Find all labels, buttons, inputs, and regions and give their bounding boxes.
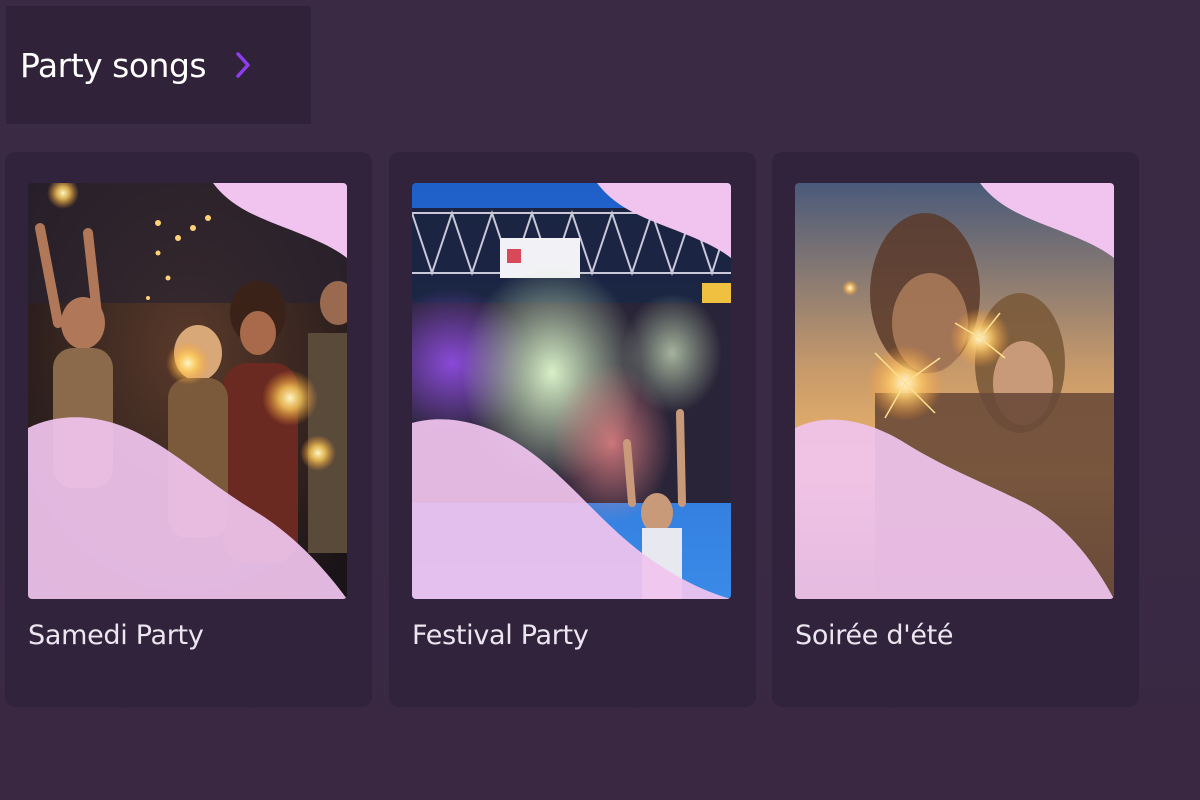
playlist-title[interactable]: Festival Party: [412, 620, 589, 651]
playlist-card[interactable]: Festival Party: [389, 152, 756, 707]
playlist-cover-image: [412, 183, 731, 599]
playlist-row: Samedi Party Festival Party Soirée d'été: [0, 0, 1200, 800]
playlist-cover-image: [795, 183, 1114, 599]
playlist-title[interactable]: Soirée d'été: [795, 620, 954, 651]
playlist-card[interactable]: Samedi Party: [5, 152, 372, 707]
playlist-cover-image: [28, 183, 347, 599]
playlist-card[interactable]: Soirée d'été: [772, 152, 1139, 707]
playlist-title[interactable]: Samedi Party: [28, 620, 204, 651]
